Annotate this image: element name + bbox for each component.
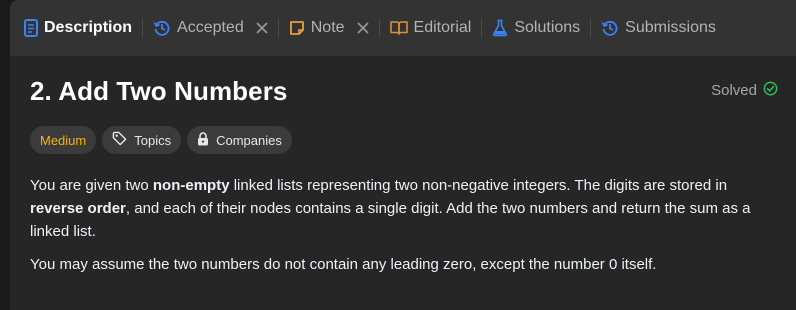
tab-submissions[interactable]: Submissions [593, 13, 724, 43]
tab-divider [277, 19, 279, 37]
app-frame: Description Accepted Note Editorial Solu… [0, 0, 796, 310]
description-icon [24, 19, 38, 37]
check-circle-icon [763, 81, 778, 100]
text: You are given two [30, 177, 153, 194]
tab-divider [481, 19, 483, 37]
companies-label: Companies [216, 132, 282, 148]
tab-label: Description [44, 19, 133, 36]
solved-status: Solved [711, 81, 778, 100]
solved-label: Solved [711, 82, 757, 99]
text: linked lists representing two non-negati… [229, 177, 728, 194]
bold-text: non-empty [152, 177, 230, 194]
tab-label: Editorial [413, 19, 472, 36]
history-icon [153, 19, 171, 37]
tab-editorial[interactable]: Editorial [382, 13, 480, 43]
tab-label: Submissions [625, 19, 716, 36]
problem-title[interactable]: 2. Add Two Numbers [30, 76, 287, 107]
tag-icon [112, 131, 127, 149]
tab-accepted[interactable]: Accepted [145, 13, 276, 43]
tab-label: Accepted [177, 19, 244, 36]
description-paragraph: You are given two non-empty linked lists… [30, 174, 780, 243]
tab-solutions[interactable]: Solutions [484, 13, 588, 43]
close-icon[interactable] [356, 22, 369, 34]
companies-button[interactable]: Companies [187, 126, 292, 154]
difficulty-badge: Medium [30, 126, 97, 154]
lock-icon [197, 131, 209, 149]
tab-bar: Description Accepted Note Editorial Solu… [10, 0, 796, 56]
note-icon [289, 20, 305, 36]
flask-icon [492, 19, 508, 37]
topics-label: Topics [134, 132, 172, 148]
tab-label: Note [310, 19, 345, 36]
description-paragraph: You may assume the two numbers do not co… [30, 256, 657, 273]
tab-divider [378, 19, 380, 37]
tab-description[interactable]: Description [16, 13, 140, 43]
close-icon[interactable] [256, 22, 268, 34]
tab-divider [142, 19, 144, 37]
tag-row: Medium Topics Companies [30, 126, 292, 154]
tab-divider [590, 19, 592, 37]
tab-note[interactable]: Note [281, 13, 377, 43]
difficulty-label: Medium [40, 132, 87, 148]
bold-text: reverse order [30, 200, 126, 217]
history-icon [601, 19, 619, 37]
problem-description: You are given two non-empty linked lists… [30, 174, 780, 286]
problem-panel: Description Accepted Note Editorial Solu… [10, 0, 796, 310]
topics-button[interactable]: Topics [102, 126, 182, 154]
book-icon [389, 20, 408, 36]
text: , and each of their nodes contains a sin… [30, 200, 751, 240]
tab-label: Solutions [514, 19, 581, 36]
